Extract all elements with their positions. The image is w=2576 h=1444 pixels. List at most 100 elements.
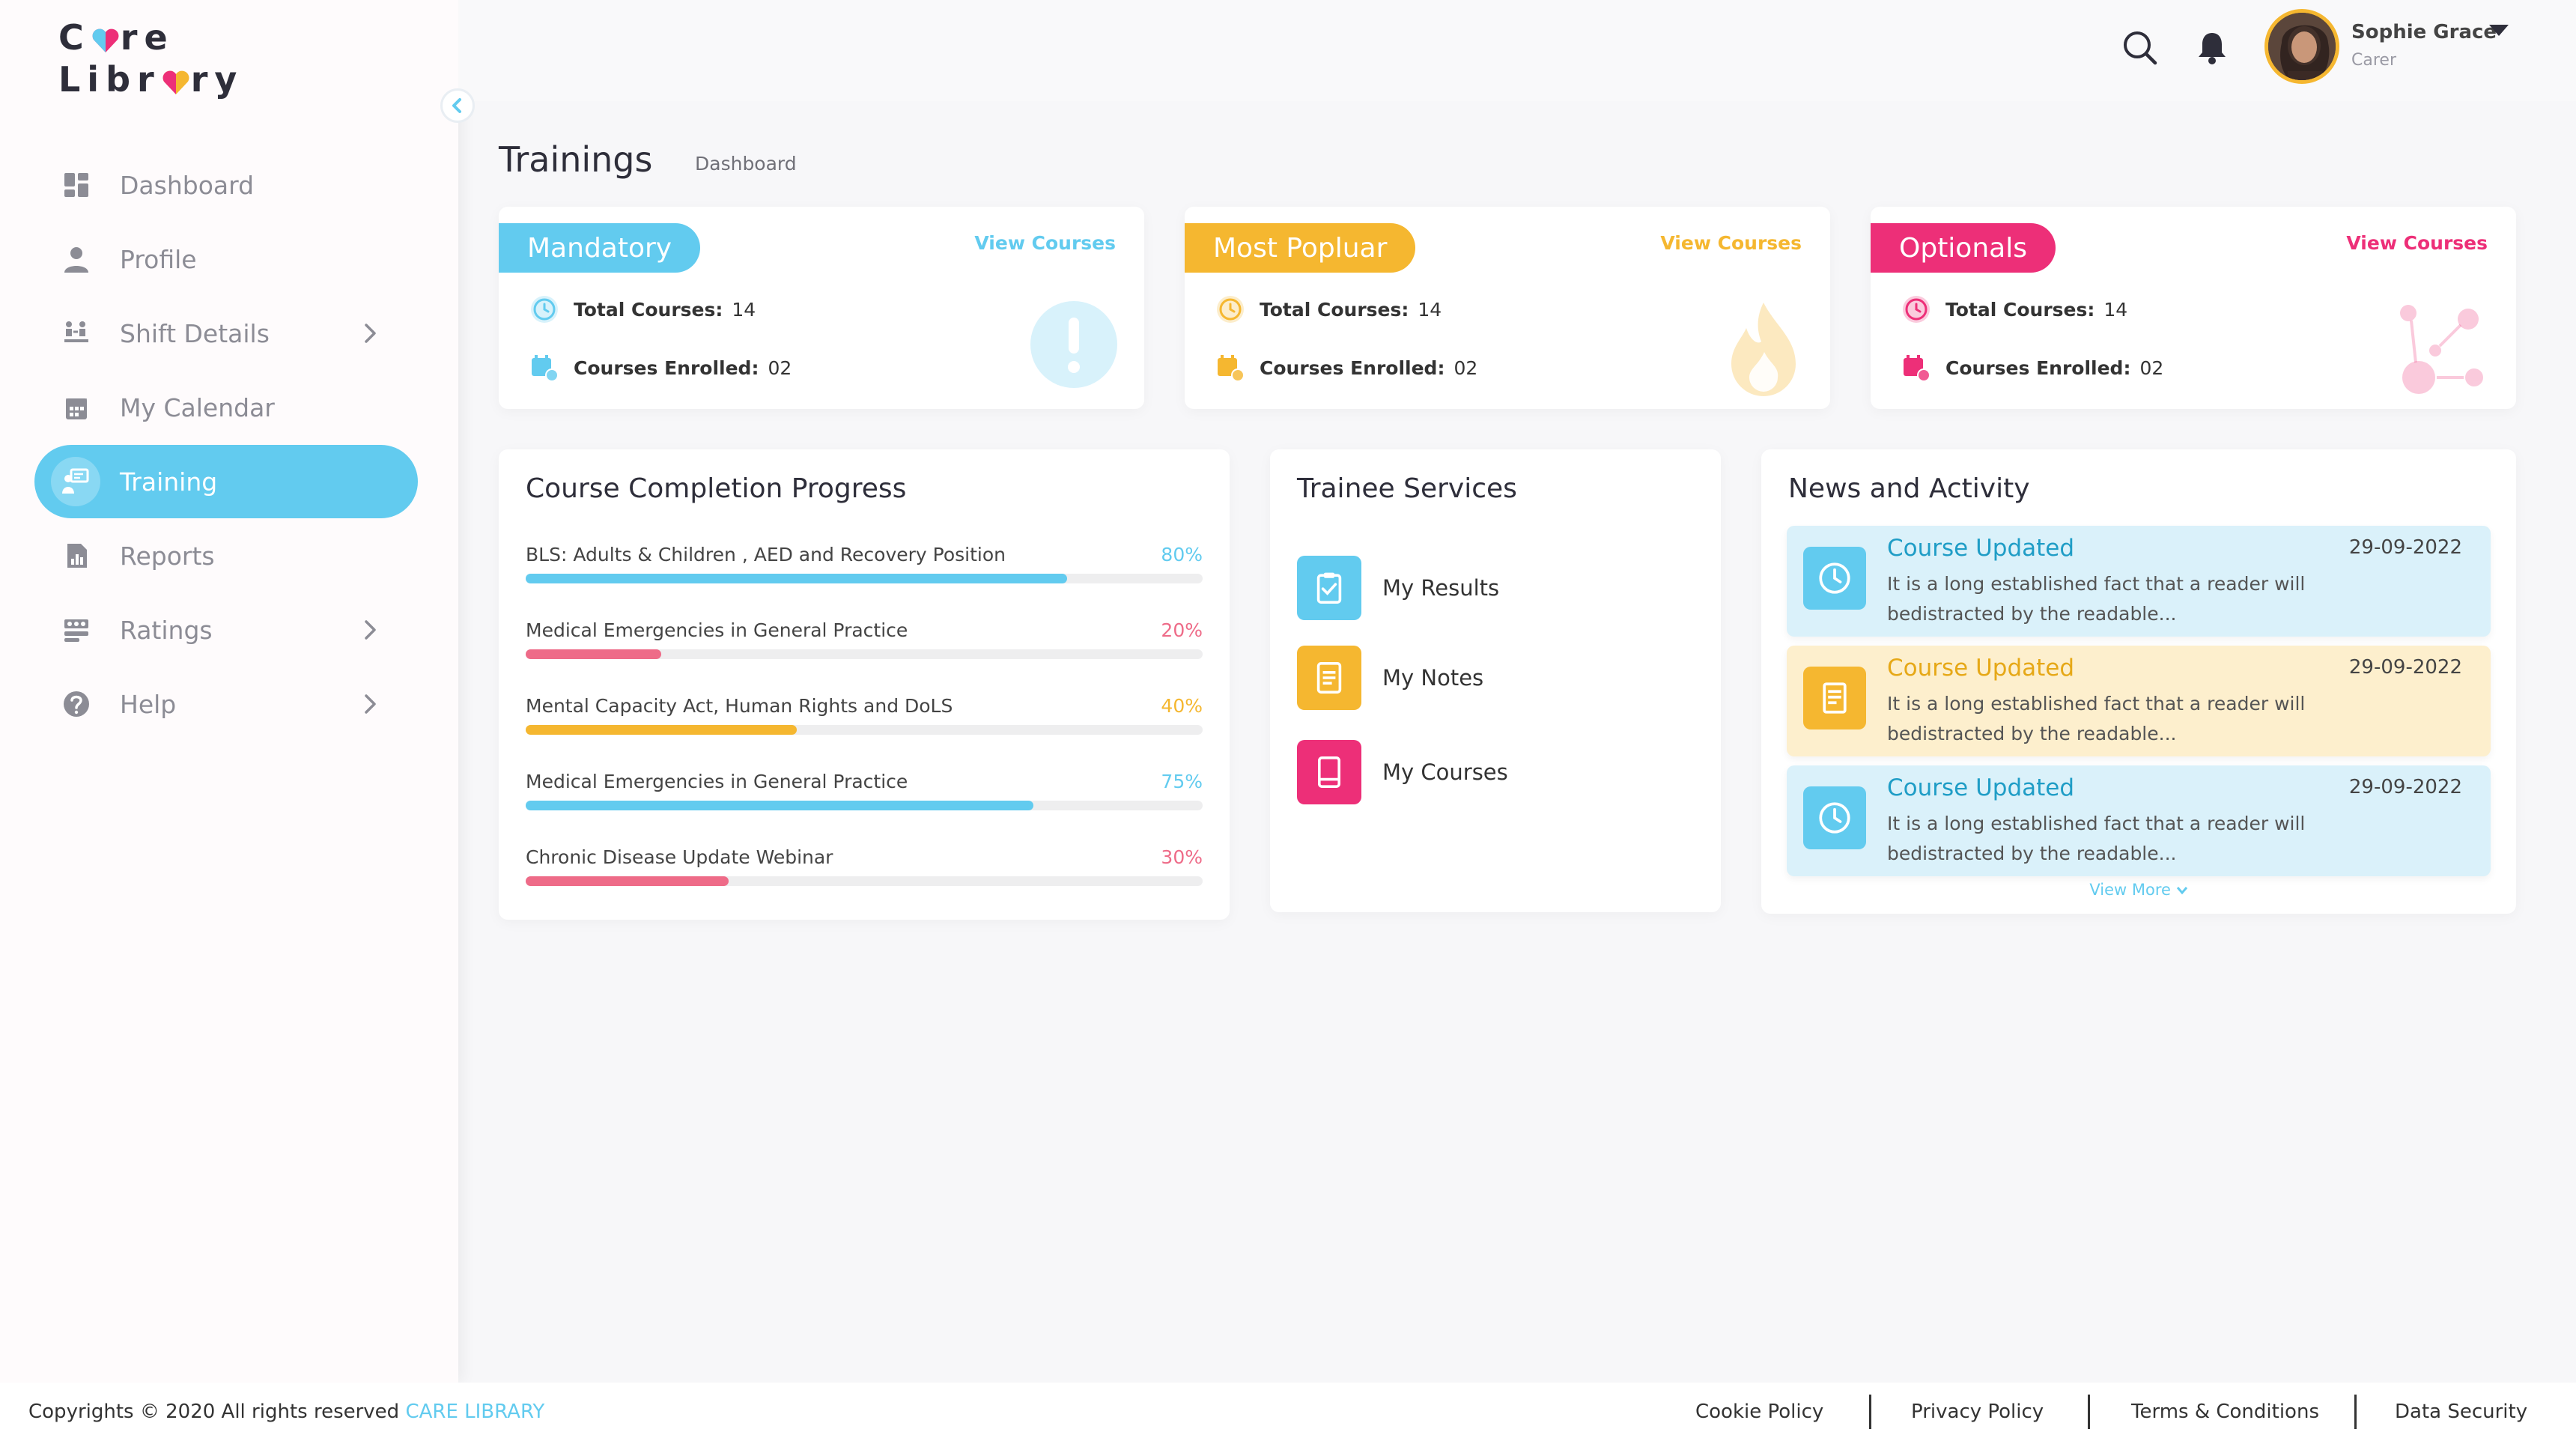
courses-enrolled-value: 02 [2139,357,2164,379]
sidebar-item-help[interactable]: Help [34,667,418,741]
reports-icon [58,538,94,574]
category-card-mandatory: Mandatory View Courses Total Courses: 14 … [499,207,1144,409]
shift-icon [58,315,94,351]
sidebar-item-shift-details[interactable]: Shift Details [34,297,418,370]
progress-label: Medical Emergencies in General Practice [526,771,908,792]
fire-icon [1731,303,1796,396]
progress-track [526,574,1203,583]
total-courses-row: Total Courses: 14 [1901,294,2127,325]
ratings-icon [58,612,94,648]
view-courses-link[interactable]: View Courses [974,232,1116,254]
progress-track [526,876,1203,886]
privacy-policy-link[interactable]: Privacy Policy [1911,1401,2044,1423]
total-courses-row: Total Courses: 14 [1215,294,1442,325]
sidebar-item-dashboard[interactable]: Dashboard [34,148,418,222]
progress-fill [526,801,1033,810]
clock-icon [1217,296,1244,323]
news-title: Course Updated [1887,774,2075,801]
calendar-icon [58,389,94,425]
clock-icon [531,296,558,323]
courses-enrolled-row: Courses Enrolled: 02 [1901,352,2163,383]
user-icon [58,241,94,277]
notification-bell-icon[interactable] [2193,28,2232,67]
search-icon[interactable] [2121,28,2160,67]
total-courses-label: Total Courses: [574,298,723,321]
sidebar-item-label: Dashboard [120,170,255,200]
progress-label: Chronic Disease Update Webinar [526,846,833,868]
news-body: It is a long established fact that a rea… [1887,573,2306,625]
view-courses-link[interactable]: View Courses [2346,232,2488,254]
progress-label: Medical Emergencies in General Practice [526,619,908,641]
total-courses-value: 14 [2103,298,2128,321]
sidebar-item-label: Shift Details [120,318,270,348]
news-date: 29-09-2022 [2348,776,2462,798]
progress-percent: 20% [1161,619,1203,641]
news-date: 29-09-2022 [2348,656,2462,679]
training-icon [51,457,100,506]
total-courses-value: 14 [1418,298,1442,321]
progress-fill [526,574,1068,583]
courses-enrolled-row: Courses Enrolled: 02 [1215,352,1477,383]
sidebar-item-ratings[interactable]: Ratings [34,593,418,667]
page-title: Trainings [499,139,653,180]
logo[interactable]: Cre Libr ry [58,16,243,100]
clock-icon [1803,547,1866,610]
service-my-courses[interactable]: My Courses [1297,740,1508,804]
view-more-link[interactable]: View More [1761,881,2516,899]
category-card-most-popluar: Most Popluar View Courses Total Courses:… [1185,207,1830,409]
sidebar: Cre Libr ry Dashboard Profile Shift Details… [0,0,458,1383]
progress-track [526,801,1203,810]
progress-track [526,649,1203,659]
courses-enrolled-label: Courses Enrolled: [1260,357,1445,379]
dashboard-icon [58,167,94,203]
document-icon [1803,667,1866,729]
news-item[interactable]: Course Updated 29-09-2022 It is a long e… [1787,526,2491,637]
cookie-policy-link[interactable]: Cookie Policy [1695,1401,1823,1423]
user-name[interactable]: Sophie Grace [2351,21,2497,43]
sidebar-item-label: Reports [120,541,215,571]
news-title: Course Updated [1887,655,2075,682]
chevron-down-icon [2176,887,2187,895]
news-item[interactable]: Course Updated 29-09-2022 It is a long e… [1787,646,2491,756]
news-body: It is a long established fact that a rea… [1887,693,2306,744]
footer-brand-link[interactable]: CARE LIBRARY [405,1401,544,1423]
footer-divider [1869,1395,1871,1429]
avatar[interactable] [2264,9,2339,84]
service-my-results[interactable]: My Results [1297,556,1499,620]
heart-icon [92,28,119,52]
courses-enrolled-value: 02 [768,357,792,379]
service-my-notes[interactable]: My Notes [1297,646,1483,710]
total-courses-label: Total Courses: [1945,298,2095,321]
courses-enrolled-label: Courses Enrolled: [1945,357,2131,379]
footer: Copyrights © 2020 All rights reserved CA… [0,1383,2576,1444]
data-security-link[interactable]: Data Security [2395,1401,2527,1423]
progress-percent: 40% [1161,695,1203,717]
footer-divider [2354,1395,2357,1429]
progress-percent: 30% [1161,846,1203,868]
chevron-right-icon [362,321,379,351]
sidebar-item-profile[interactable]: Profile [34,222,418,296]
courses-enrolled-label: Courses Enrolled: [574,357,759,379]
heart-icon [162,70,189,94]
terms-conditions-link[interactable]: Terms & Conditions [2131,1401,2319,1423]
sidebar-item-label: My Calendar [120,392,275,422]
collapse-sidebar-button[interactable] [440,88,475,123]
news-body: It is a long established fact that a rea… [1887,813,2306,864]
sidebar-item-label: Ratings [120,615,213,645]
clock-icon [1803,786,1866,849]
sidebar-item-training[interactable]: Training [34,445,418,518]
view-courses-link[interactable]: View Courses [1660,232,1802,254]
sidebar-item-reports[interactable]: Reports [34,519,418,592]
sidebar-item-my-calendar[interactable]: My Calendar [34,371,418,444]
news-activity-title: News and Activity [1788,473,2030,504]
total-courses-label: Total Courses: [1260,298,1409,321]
progress-percent: 75% [1161,771,1203,792]
caret-down-icon[interactable] [2488,22,2510,40]
top-bar [458,0,2576,101]
total-courses-row: Total Courses: 14 [529,294,756,325]
calendar-enrolled-icon [1218,355,1245,382]
news-item[interactable]: Course Updated 29-09-2022 It is a long e… [1787,765,2491,876]
chevron-left-icon [452,98,461,113]
alert-icon [1030,301,1117,388]
breadcrumb[interactable]: Dashboard [695,153,797,175]
